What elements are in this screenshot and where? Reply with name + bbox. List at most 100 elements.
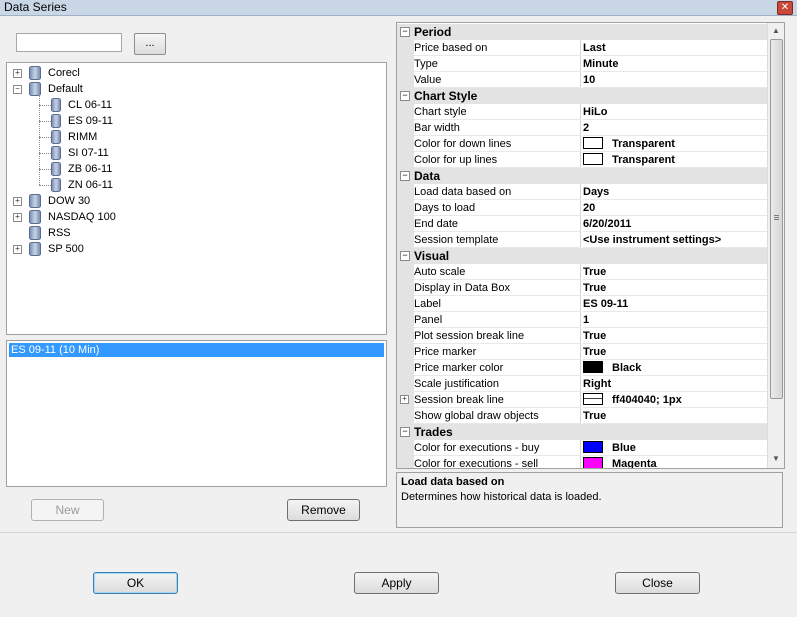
property-value-text: 6/20/2011 bbox=[583, 218, 632, 230]
property-value[interactable]: True bbox=[583, 344, 767, 360]
property-value[interactable]: 10 bbox=[583, 72, 767, 88]
property-name: Bar width bbox=[414, 120, 581, 136]
close-button[interactable]: Close bbox=[615, 572, 700, 594]
grid-category[interactable]: − Chart Style bbox=[397, 88, 767, 104]
property-name: Color for up lines bbox=[414, 152, 581, 168]
tree-node[interactable]: ZB 06-11 bbox=[7, 161, 384, 177]
grid-property-row[interactable]: Show global draw objects True bbox=[397, 408, 767, 424]
expand-icon[interactable]: + bbox=[400, 395, 409, 404]
expand-icon[interactable]: + bbox=[13, 197, 22, 206]
grid-property-row[interactable]: Session template <Use instrument settings… bbox=[397, 232, 767, 248]
property-value[interactable]: 20 bbox=[583, 200, 767, 216]
grid-property-row[interactable]: Plot session break line True bbox=[397, 328, 767, 344]
grid-category[interactable]: − Trades bbox=[397, 424, 767, 440]
tree-node-label: ZN 06-11 bbox=[68, 179, 114, 191]
grid-property-row[interactable]: Value 10 bbox=[397, 72, 767, 88]
collapse-icon[interactable]: − bbox=[13, 85, 22, 94]
grid-property-row[interactable]: Chart style HiLo bbox=[397, 104, 767, 120]
property-value[interactable]: Right bbox=[583, 376, 767, 392]
help-title: Load data based on bbox=[401, 476, 505, 488]
grid-property-row[interactable]: Color for up lines Transparent bbox=[397, 152, 767, 168]
grid-property-row[interactable]: Bar width 2 bbox=[397, 120, 767, 136]
new-button[interactable]: New bbox=[31, 499, 104, 521]
tree-node[interactable]: + Corecl bbox=[7, 65, 384, 81]
tree-node[interactable]: + DOW 30 bbox=[7, 193, 384, 209]
expand-icon[interactable]: + bbox=[13, 245, 22, 254]
grid-property-row[interactable]: Color for executions - sell Magenta bbox=[397, 456, 767, 468]
grid-property-row[interactable]: Days to load 20 bbox=[397, 200, 767, 216]
remove-button[interactable]: Remove bbox=[287, 499, 360, 521]
scroll-down-icon[interactable]: ▼ bbox=[772, 454, 780, 464]
grid-category[interactable]: − Data bbox=[397, 168, 767, 184]
grid-property-row[interactable]: Type Minute bbox=[397, 56, 767, 72]
tree-node[interactable]: SI 07-11 bbox=[7, 145, 384, 161]
grid-gutter bbox=[397, 408, 414, 424]
property-value[interactable]: 1 bbox=[583, 312, 767, 328]
grid-property-row[interactable]: Label ES 09-11 bbox=[397, 296, 767, 312]
expand-icon[interactable]: + bbox=[13, 213, 22, 222]
grid-property-row[interactable]: Price marker color Black bbox=[397, 360, 767, 376]
grid-category[interactable]: − Visual bbox=[397, 248, 767, 264]
property-value[interactable]: Blue bbox=[583, 440, 767, 456]
search-input[interactable] bbox=[16, 33, 122, 52]
tree-node[interactable]: − Default bbox=[7, 81, 384, 97]
tree-node[interactable]: CL 06-11 bbox=[7, 97, 384, 113]
tree-node[interactable]: ZN 06-11 bbox=[7, 177, 384, 193]
apply-button[interactable]: Apply bbox=[354, 572, 439, 594]
grid-property-row[interactable]: Display in Data Box True bbox=[397, 280, 767, 296]
tree-node[interactable]: ES 09-11 bbox=[7, 113, 384, 129]
grid-property-row[interactable]: Auto scale True bbox=[397, 264, 767, 280]
grid-category-label: Data bbox=[414, 169, 441, 183]
close-window-button[interactable]: ✕ bbox=[777, 1, 793, 15]
property-value[interactable]: Days bbox=[583, 184, 767, 200]
property-value[interactable]: ff404040; 1px bbox=[583, 392, 767, 408]
tree-node[interactable]: RSS bbox=[7, 225, 384, 241]
series-list-item-selected[interactable]: ES 09-11 (10 Min) bbox=[9, 343, 384, 357]
grid-property-row[interactable]: Price based on Last bbox=[397, 40, 767, 56]
grid-property-row[interactable]: Color for down lines Transparent bbox=[397, 136, 767, 152]
grid-property-row[interactable]: + Session break line ff404040; 1px bbox=[397, 392, 767, 408]
grid-property-row[interactable]: Panel 1 bbox=[397, 312, 767, 328]
property-grid: − Period Price based on Last Type Minute Value… bbox=[396, 22, 785, 469]
grid-property-row[interactable]: Scale justification Right bbox=[397, 376, 767, 392]
collapse-icon[interactable]: − bbox=[400, 27, 410, 37]
grid-property-row[interactable]: Color for executions - buy Blue bbox=[397, 440, 767, 456]
grid-property-row[interactable]: Load data based on Days bbox=[397, 184, 767, 200]
browse-button[interactable]: ... bbox=[134, 33, 166, 55]
property-value[interactable]: Minute bbox=[583, 56, 767, 72]
tree-connector bbox=[39, 121, 51, 122]
property-value[interactable]: Magenta bbox=[583, 456, 767, 468]
scroll-thumb[interactable] bbox=[770, 39, 783, 399]
property-value[interactable]: Transparent bbox=[583, 136, 767, 152]
property-value[interactable]: 2 bbox=[583, 120, 767, 136]
property-value[interactable]: Transparent bbox=[583, 152, 767, 168]
property-value[interactable]: True bbox=[583, 280, 767, 296]
tree-node[interactable]: RIMM bbox=[7, 129, 384, 145]
property-value[interactable]: HiLo bbox=[583, 104, 767, 120]
ok-button[interactable]: OK bbox=[93, 572, 178, 594]
tree-node[interactable]: + NASDAQ 100 bbox=[7, 209, 384, 225]
database-icon bbox=[29, 194, 41, 208]
property-value[interactable]: True bbox=[583, 264, 767, 280]
grid-category[interactable]: − Period bbox=[397, 24, 767, 40]
grid-gutter bbox=[397, 440, 414, 456]
property-value[interactable]: <Use instrument settings> bbox=[583, 232, 767, 248]
collapse-icon[interactable]: − bbox=[400, 171, 410, 181]
grid-category-label: Visual bbox=[414, 249, 450, 263]
grid-property-row[interactable]: End date 6/20/2011 bbox=[397, 216, 767, 232]
property-value[interactable]: Black bbox=[583, 360, 767, 376]
scroll-up-icon[interactable]: ▲ bbox=[772, 26, 780, 36]
property-value[interactable]: 6/20/2011 bbox=[583, 216, 767, 232]
grid-scrollbar[interactable]: ▲ ▼ bbox=[767, 23, 784, 468]
collapse-icon[interactable]: − bbox=[400, 251, 410, 261]
property-value[interactable]: Last bbox=[583, 40, 767, 56]
grid-property-row[interactable]: Price marker True bbox=[397, 344, 767, 360]
collapse-icon[interactable]: − bbox=[400, 427, 410, 437]
property-value[interactable]: ES 09-11 bbox=[583, 296, 767, 312]
tree-node[interactable]: + SP 500 bbox=[7, 241, 384, 257]
tree-node-label: RIMM bbox=[68, 131, 98, 143]
property-value[interactable]: True bbox=[583, 328, 767, 344]
expand-icon[interactable]: + bbox=[13, 69, 22, 78]
property-value[interactable]: True bbox=[583, 408, 767, 424]
collapse-icon[interactable]: − bbox=[400, 91, 410, 101]
